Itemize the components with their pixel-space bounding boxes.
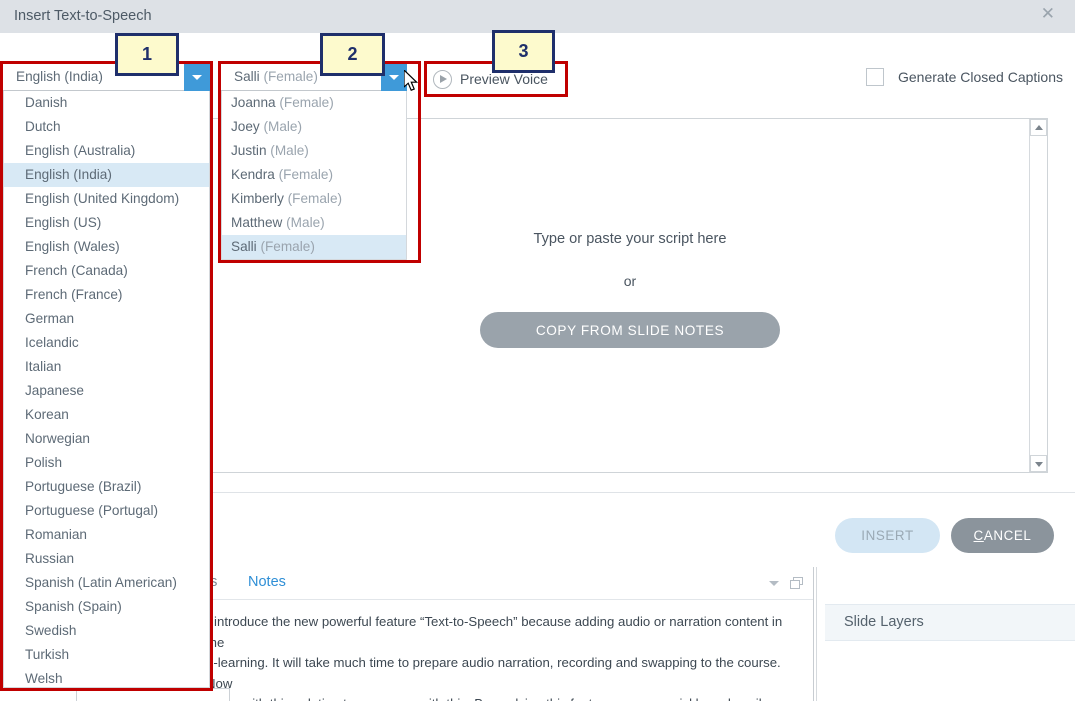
slide-layers-panel: Slide Layers	[816, 566, 1075, 701]
voice-option-name: Joey	[231, 119, 260, 134]
voice-option-gender: (Female)	[275, 95, 334, 110]
dialog-titlebar: Insert Text-to-Speech ✕	[0, 0, 1075, 33]
voice-option-name: Kimberly	[231, 191, 284, 206]
insert-button[interactable]: INSERT	[835, 518, 940, 553]
voice-option-gender: (Male)	[259, 119, 303, 134]
voice-option[interactable]: Kendra (Female)	[222, 163, 406, 187]
language-combobox-value: English (India)	[16, 69, 103, 84]
voice-dropdown-list[interactable]: Joanna (Female) Joey (Male) Justin (Male) K…	[221, 91, 407, 260]
generate-closed-captions-checkbox[interactable]	[866, 68, 884, 86]
notes-line: ) introduce the new powerful feature “Te…	[206, 614, 783, 650]
language-option[interactable]: Icelandic	[4, 331, 209, 355]
script-scrollbar[interactable]	[1029, 119, 1047, 472]
language-option[interactable]: Spanish (Latin American)	[4, 571, 209, 595]
language-option[interactable]: Italian	[4, 355, 209, 379]
chevron-down-icon[interactable]	[1030, 455, 1047, 472]
voice-option[interactable]: Kimberly (Female)	[222, 187, 406, 211]
script-or-label: or	[623, 273, 637, 289]
language-option[interactable]: French (Canada)	[4, 259, 209, 283]
language-option[interactable]: English (Wales)	[4, 235, 209, 259]
language-option[interactable]: Danish	[4, 91, 209, 115]
voice-gender: (Female)	[263, 69, 318, 84]
language-dropdown-list[interactable]: Danish Dutch English (Australia) English (I…	[3, 91, 210, 688]
voice-option-name: Justin	[231, 143, 267, 158]
cancel-button[interactable]: C ANCEL	[951, 518, 1054, 553]
notes-panel: es Notes ) introduce the new powerful fe…	[196, 566, 814, 701]
language-option[interactable]: Norwegian	[4, 427, 209, 451]
voice-option[interactable]: Salli (Female)	[222, 235, 406, 259]
voice-option-name: Matthew	[231, 215, 283, 230]
close-icon[interactable]: ✕	[1041, 5, 1055, 22]
language-option[interactable]: Swedish	[4, 619, 209, 643]
voice-option-gender: (Female)	[256, 239, 315, 254]
screen: es Notes ) introduce the new powerful fe…	[0, 0, 1075, 701]
language-option[interactable]: English (India)	[4, 163, 209, 187]
language-option[interactable]: Turkish	[4, 643, 209, 667]
chevron-down-icon[interactable]	[184, 64, 210, 91]
notes-tabbar: es Notes	[196, 567, 813, 600]
voice-name: Salli	[234, 69, 260, 84]
language-option[interactable]: Russian	[4, 547, 209, 571]
cancel-accel: C	[973, 528, 984, 543]
language-option[interactable]: Japanese	[4, 379, 209, 403]
voice-option-gender: (Male)	[282, 215, 325, 230]
preview-voice-label: Preview Voice	[460, 71, 548, 87]
notes-body[interactable]: ) introduce the new powerful feature “Te…	[196, 600, 813, 701]
language-option[interactable]: English (US)	[4, 211, 209, 235]
restore-window-icon[interactable]	[790, 577, 803, 589]
language-option[interactable]: French (France)	[4, 283, 209, 307]
language-option[interactable]: German	[4, 307, 209, 331]
callout-1: 1	[115, 33, 179, 76]
voice-option-name: Joanna	[231, 95, 276, 110]
chevron-up-icon[interactable]	[1030, 119, 1047, 136]
play-circle-icon	[433, 69, 452, 89]
bottom-left-strip	[0, 688, 230, 701]
voice-option[interactable]: Joanna (Female)	[222, 91, 406, 115]
callout-3: 3	[492, 30, 555, 73]
language-option[interactable]: Polish	[4, 451, 209, 475]
chevron-down-icon[interactable]	[769, 581, 779, 586]
voice-option-gender: (Female)	[274, 167, 334, 182]
voice-option-gender: (Female)	[283, 191, 343, 206]
slide-layers-title: Slide Layers	[844, 614, 924, 630]
language-option[interactable]: Portuguese (Portugal)	[4, 499, 209, 523]
language-option[interactable]: English (Australia)	[4, 139, 209, 163]
language-option[interactable]: Spanish (Spain)	[4, 595, 209, 619]
voice-option-name: Kendra	[231, 167, 275, 182]
voice-option[interactable]: Joey (Male)	[222, 115, 406, 139]
notes-line: ne up with this solution to overcome wit…	[206, 694, 799, 701]
copy-from-slide-notes-button[interactable]: COPY FROM SLIDE NOTES	[480, 312, 780, 348]
language-option[interactable]: Welsh	[4, 667, 209, 687]
voice-option-gender: (Male)	[266, 143, 309, 158]
slide-layers-header[interactable]: Slide Layers	[825, 604, 1075, 641]
notes-line: e-learning. It will take much time to pr…	[206, 655, 781, 691]
language-option[interactable]: Portuguese (Brazil)	[4, 475, 209, 499]
language-option[interactable]: Dutch	[4, 115, 209, 139]
voice-option-name: Salli	[231, 239, 257, 254]
generate-closed-captions-label: Generate Closed Captions	[898, 69, 1063, 85]
language-option[interactable]: Romanian	[4, 523, 209, 547]
generate-closed-captions-row[interactable]: Generate Closed Captions	[866, 68, 1063, 86]
cancel-rest: ANCEL	[983, 528, 1032, 543]
language-option[interactable]: Korean	[4, 403, 209, 427]
voice-option[interactable]: Matthew (Male)	[222, 211, 406, 235]
tab-notes[interactable]: Notes	[248, 574, 286, 590]
language-option[interactable]: English (United Kingdom)	[4, 187, 209, 211]
dialog-title: Insert Text-to-Speech	[14, 8, 152, 24]
voice-option[interactable]: Justin (Male)	[222, 139, 406, 163]
voice-combobox-value: Salli (Female)	[234, 69, 318, 84]
callout-2: 2	[320, 33, 385, 76]
